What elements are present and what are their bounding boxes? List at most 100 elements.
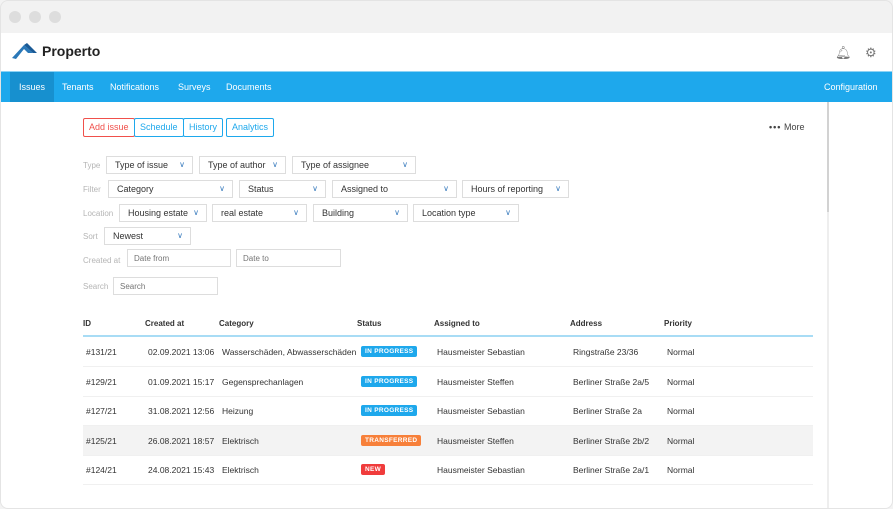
app-name: Properto <box>42 43 101 59</box>
filter-label: Filter <box>83 185 101 194</box>
cell-assigned-to: Hausmeister Steffen <box>437 376 514 387</box>
cell-priority: Normal <box>667 406 695 417</box>
cell-assigned-to: Hausmeister Sebastian <box>437 406 525 417</box>
add-issue-button[interactable]: Add issue <box>83 118 135 137</box>
location-label: Location <box>83 209 114 218</box>
select-value: Building <box>322 208 355 218</box>
type-of-author-select[interactable]: Type of author ∨ <box>199 156 286 174</box>
status-badge: IN PROGRESS <box>361 405 418 417</box>
col-address[interactable]: Address <box>570 319 602 328</box>
cell-address: Berliner Straße 2a/5 <box>573 376 650 387</box>
cell-priority: Normal <box>667 376 695 387</box>
bell-icon[interactable]: 🔔︎ <box>835 45 852 61</box>
chevron-down-icon: ∨ <box>312 184 318 193</box>
table-row[interactable]: #125/21 26.08.2021 18:57 Elektrisch Hausmei… <box>83 425 813 456</box>
col-category[interactable]: Category <box>219 319 254 328</box>
logo[interactable]: Properto <box>11 41 100 61</box>
chevron-down-icon: ∨ <box>555 184 561 193</box>
cell-created-at: 02.09.2021 13:06 <box>148 347 215 357</box>
window-maximize-dot[interactable] <box>49 11 61 23</box>
select-value: Assigned to <box>341 184 389 194</box>
col-priority[interactable]: Priority <box>664 319 692 328</box>
cell-assigned-to: Hausmeister Sebastian <box>437 465 525 476</box>
nav-configuration[interactable]: Configuration <box>815 72 887 102</box>
cell-category: Elektrisch <box>222 435 259 446</box>
chevron-down-icon: ∨ <box>193 208 199 217</box>
main-nav: Issues Tenants Notifications Surveys Doc… <box>1 71 892 102</box>
table-row[interactable]: #131/21 02.09.2021 13:06 Wasserschäden, Ab… <box>83 337 813 367</box>
nav-documents[interactable]: Documents <box>217 72 281 102</box>
cell-id: #127/21 <box>86 406 117 417</box>
chevron-down-icon: ∨ <box>443 184 449 193</box>
location-type-select[interactable]: Location type ∨ <box>413 204 519 222</box>
cell-created-at: 01.09.2021 15:17 <box>148 376 215 387</box>
search-input[interactable] <box>113 277 218 295</box>
hours-of-reporting-select[interactable]: Hours of reporting ∨ <box>462 180 569 198</box>
nav-tenants[interactable]: Tenants <box>53 72 103 102</box>
status-badge: IN PROGRESS <box>361 346 418 357</box>
date-from-input[interactable] <box>127 249 231 267</box>
cell-assigned-to: Hausmeister Steffen <box>437 435 514 446</box>
browser-window: Properto 🔔︎ ⚙ Issues Tenants Notificatio… <box>0 0 893 509</box>
cell-created-at: 24.08.2021 15:43 <box>148 465 215 476</box>
col-created-at[interactable]: Created at <box>145 319 184 328</box>
history-button[interactable]: History <box>183 118 224 137</box>
table-row[interactable]: #124/21 24.08.2021 15:43 Elektrisch Hausmei… <box>83 455 813 486</box>
window-minimize-dot[interactable] <box>29 11 41 23</box>
app-header: Properto 🔔︎ ⚙ <box>1 33 892 71</box>
more-label: More <box>783 122 805 132</box>
cell-created-at: 31.08.2021 12:56 <box>148 406 215 417</box>
status-badge: IN PROGRESS <box>361 375 418 387</box>
cell-priority: Normal <box>667 347 695 357</box>
assigned-to-select[interactable]: Assigned to ∨ <box>332 180 457 198</box>
analytics-button[interactable]: Analytics <box>226 118 275 137</box>
cell-id: #129/21 <box>86 376 117 387</box>
table-row[interactable]: #127/21 31.08.2021 12:56 Heizung Hausmeiste… <box>83 396 813 427</box>
status-select[interactable]: Status ∨ <box>239 180 326 198</box>
select-value: Newest <box>113 231 144 241</box>
real-estate-select[interactable]: real estate ∨ <box>212 204 307 222</box>
type-label: Type <box>83 161 101 170</box>
status-badge: NEW <box>361 464 386 476</box>
sort-select[interactable]: Newest ∨ <box>104 227 191 245</box>
nav-issues[interactable]: Issues <box>10 72 55 102</box>
col-id[interactable]: ID <box>83 319 91 328</box>
cell-category: Gegensprechanlagen <box>222 376 304 387</box>
select-value: Type of assignee <box>301 160 370 170</box>
chevron-down-icon: ∨ <box>272 160 278 169</box>
select-value: Category <box>117 184 154 194</box>
cell-id: #124/21 <box>86 465 117 476</box>
date-to-input[interactable] <box>236 249 341 267</box>
chevron-down-icon: ∨ <box>402 160 408 169</box>
status-badge: TRANSFERRED <box>361 434 422 446</box>
schedule-button[interactable]: Schedule <box>134 118 184 137</box>
properto-logo-icon <box>12 43 37 59</box>
gear-icon[interactable]: ⚙ <box>865 45 877 61</box>
nav-surveys[interactable]: Surveys <box>169 72 220 102</box>
chevron-down-icon: ∨ <box>394 208 400 217</box>
chevron-down-icon: ∨ <box>177 231 183 240</box>
select-value: Hours of reporting <box>471 184 544 194</box>
select-value: real estate <box>221 208 264 218</box>
col-status[interactable]: Status <box>357 319 381 328</box>
cell-created-at: 26.08.2021 18:57 <box>148 435 215 446</box>
housing-estate-select[interactable]: Housing estate ∨ <box>119 204 207 222</box>
type-of-assignee-select[interactable]: Type of assignee ∨ <box>292 156 416 174</box>
cell-priority: Normal <box>667 435 695 446</box>
more-dots-icon: ••• <box>769 122 782 132</box>
select-value: Status <box>248 184 274 194</box>
right-panel <box>829 102 892 508</box>
category-select[interactable]: Category ∨ <box>108 180 233 198</box>
select-value: Type of issue <box>115 160 169 170</box>
table-row[interactable]: #129/21 01.09.2021 15:17 Gegensprechanlage… <box>83 367 813 397</box>
window-close-dot[interactable] <box>9 11 21 23</box>
col-assigned-to[interactable]: Assigned to <box>434 319 480 328</box>
cell-address: Berliner Straße 2a <box>573 406 642 417</box>
type-of-issue-select[interactable]: Type of issue ∨ <box>106 156 193 174</box>
building-select[interactable]: Building ∨ <box>313 204 408 222</box>
cell-category: Wasserschäden, Abwasserschäden <box>222 347 357 357</box>
select-value: Type of author <box>208 160 266 170</box>
nav-notifications[interactable]: Notifications <box>101 72 168 102</box>
more-button[interactable]: ••• More <box>769 122 804 132</box>
cell-assigned-to: Hausmeister Sebastian <box>437 347 525 357</box>
